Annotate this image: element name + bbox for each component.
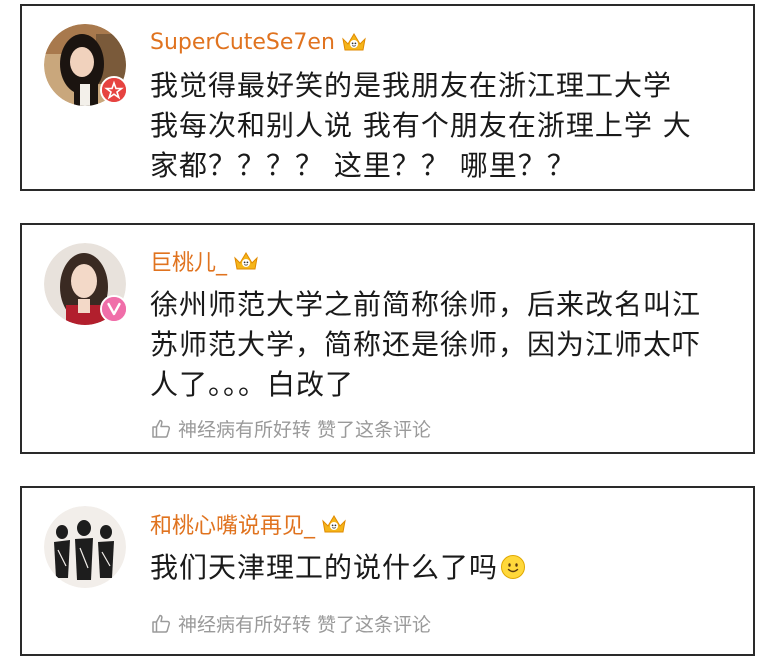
comment-text: 我们天津理工的说什么了吗 [150, 548, 740, 588]
username-link[interactable]: 和桃心嘴说再见_ [150, 508, 315, 540]
red-star-badge-icon [100, 76, 128, 104]
thumbs-up-icon[interactable] [150, 418, 172, 440]
crown-vip-icon[interactable] [233, 250, 259, 272]
comment-card: 巨桃儿_ 徐州师范大学之前简称徐师，后来改名叫江 苏师范大学，简称还是徐师，因为… [20, 223, 755, 454]
comment-text: 徐州师范大学之前简称徐师，后来改名叫江 苏师范大学，简称还是徐师，因为江师太吓 … [150, 285, 740, 405]
smile-emoji-icon [500, 554, 526, 580]
comment-line: 人了。。。白改了 [150, 368, 355, 401]
comment-line: 苏师范大学，简称还是徐师，因为江师太吓 [150, 328, 702, 361]
comment-line: 我们天津理工的说什么了吗 [150, 548, 740, 588]
comment-card: 和桃心嘴说再见_ 我们天津理工的说什么了吗 神经病有所好转 赞了这条评论 [20, 486, 755, 656]
avatar[interactable] [44, 243, 128, 325]
comment-line: 我觉得最好笑的是我朋友在浙江理工大学 [150, 69, 673, 102]
avatar[interactable] [44, 24, 128, 106]
username-row: SuperCuteSe7en [150, 24, 367, 60]
pink-v-badge-icon [100, 295, 128, 323]
like-row[interactable]: 神经病有所好转 赞了这条评论 [150, 610, 431, 637]
crown-vip-icon[interactable] [341, 31, 367, 53]
comment-line: 家都？？？？ 这里？？ 哪里？？ [150, 149, 576, 182]
comment-card: SuperCuteSe7en 我觉得最好笑的是我朋友在浙江理工大学 我每次和别人… [20, 4, 755, 191]
username-row: 和桃心嘴说再见_ [150, 506, 347, 542]
comment-line: 我每次和别人说 我有个朋友在浙理上学 大 [150, 109, 692, 142]
like-text: 神经病有所好转 赞了这条评论 [178, 419, 432, 441]
username-link[interactable]: SuperCuteSe7en [150, 30, 335, 55]
thumbs-up-icon[interactable] [150, 613, 172, 635]
like-row[interactable]: 神经病有所好转 赞了这条评论 [150, 415, 431, 442]
username-link[interactable]: 巨桃儿_ [150, 245, 227, 277]
comment-line: 徐州师范大学之前简称徐师，后来改名叫江 [150, 288, 702, 321]
crown-vip-icon[interactable] [321, 513, 347, 535]
avatar-sketch-figures-icon [44, 506, 126, 588]
comment-text: 我觉得最好笑的是我朋友在浙江理工大学 我每次和别人说 我有个朋友在浙理上学 大 … [150, 66, 740, 186]
like-text: 神经病有所好转 赞了这条评论 [178, 614, 432, 636]
username-row: 巨桃儿_ [150, 243, 259, 279]
comment-line-text: 我们天津理工的说什么了吗 [150, 551, 499, 584]
avatar[interactable] [44, 506, 126, 588]
